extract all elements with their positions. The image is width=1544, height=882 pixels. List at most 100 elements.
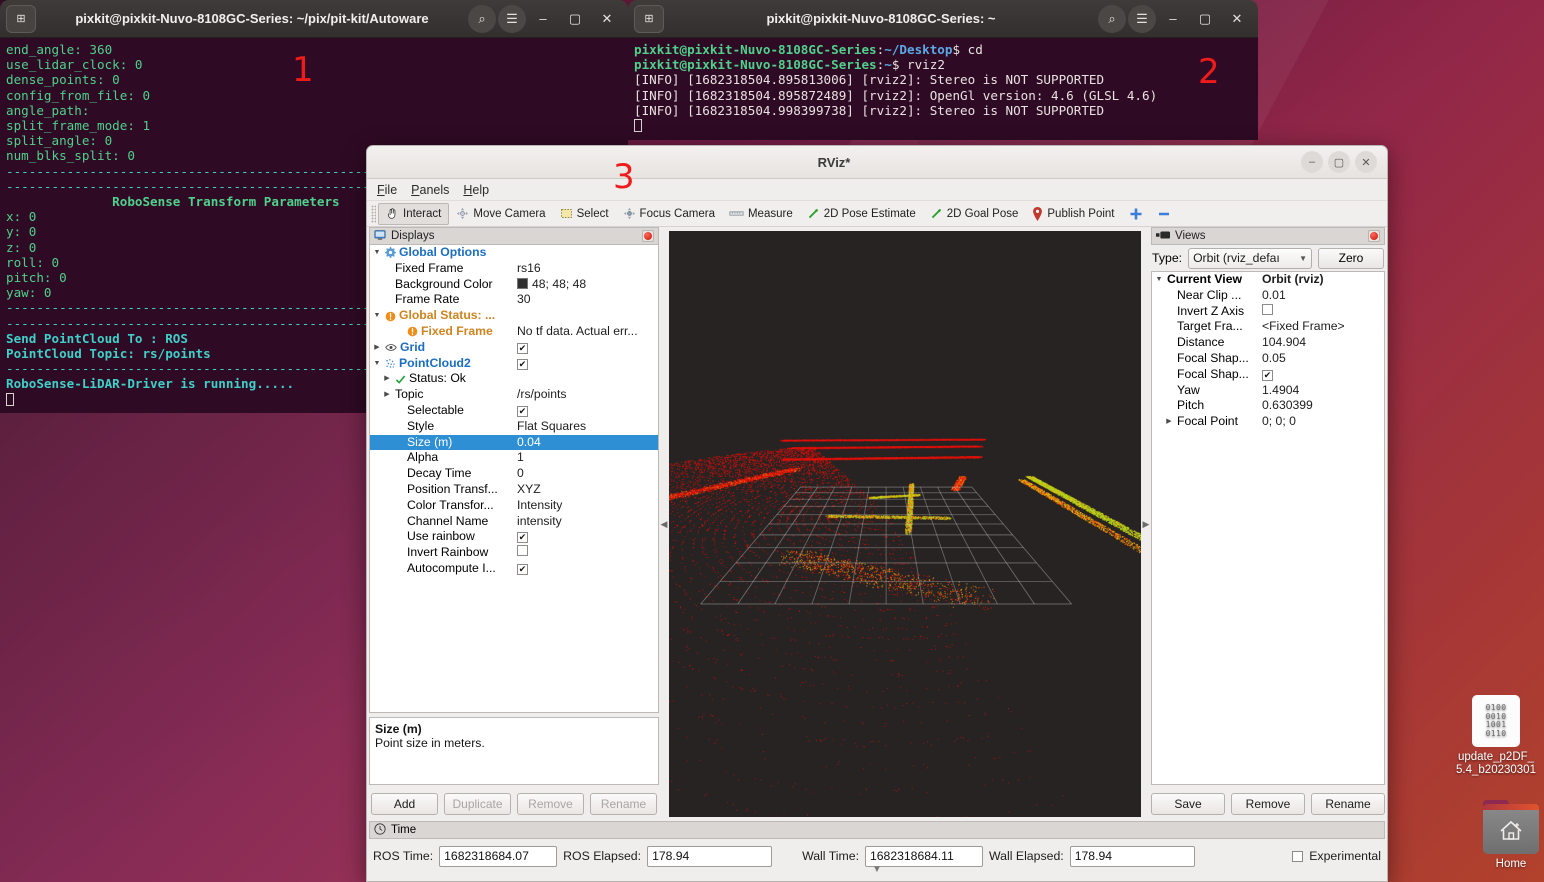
desktop-icon-home[interactable]: Home <box>1459 800 1544 871</box>
chevron-right-icon[interactable]: ▶ <box>372 340 382 356</box>
tree-row[interactable]: Fixed Frame No tf data. Actual err... <box>370 324 658 340</box>
terminal-1-titlebar[interactable]: ⊞ pixkit@pixkit-Nuvo-8108GC-Series: ~/pi… <box>0 0 628 38</box>
search-icon[interactable]: ⌕ <box>1098 4 1126 33</box>
tree-row-value[interactable]: rs16 <box>515 261 658 277</box>
right-splitter-handle[interactable]: ▶ <box>1141 227 1151 821</box>
menu-help[interactable]: Help <box>463 183 489 197</box>
new-tab-icon[interactable]: ⊞ <box>6 4 36 33</box>
panel-resize-handle[interactable]: ▼ <box>872 864 882 875</box>
chevron-down-icon[interactable]: ▼ <box>372 356 382 372</box>
tree-row-value[interactable]: 0.05 <box>1260 351 1384 367</box>
hamburger-icon[interactable]: ☰ <box>1128 4 1156 33</box>
tree-row[interactable]: ▼ PointCloud2 ✔ <box>370 356 658 372</box>
close-panel-icon[interactable] <box>642 230 654 242</box>
tree-row-value[interactable]: /rs/points <box>515 387 658 403</box>
tree-row[interactable]: ▶ Grid ✔ <box>370 340 658 356</box>
views-tree[interactable]: ▼ Current View Orbit (rviz) Near Clip ... 0… <box>1151 271 1385 785</box>
checkbox-checked[interactable]: ✔ <box>517 405 528 417</box>
tree-row[interactable]: Decay Time 0 <box>370 466 658 482</box>
tool-move-camera[interactable]: Move Camera <box>449 203 552 225</box>
checkbox-unchecked[interactable] <box>1262 303 1273 315</box>
experimental-checkbox[interactable] <box>1292 850 1304 862</box>
tree-row[interactable]: Size (m) 0.04 <box>370 434 658 451</box>
maximize-icon[interactable]: ▢ <box>1190 5 1220 33</box>
tree-row-value[interactable]: 1.4904 <box>1260 383 1384 399</box>
minimize-icon[interactable]: – <box>528 5 558 33</box>
tree-row-value[interactable]: ✔ <box>515 356 658 372</box>
tree-row-value[interactable]: 0 <box>515 466 658 482</box>
tree-row-value[interactable]: 0.630399 <box>1260 398 1384 414</box>
tool-measure[interactable]: Measure <box>722 203 800 225</box>
tree-row-value[interactable]: No tf data. Actual err... <box>515 324 658 340</box>
tree-row-value[interactable]: 30 <box>515 292 658 308</box>
tool-2d-goal-pose[interactable]: 2D Goal Pose <box>923 203 1026 225</box>
tree-row-value[interactable]: ✔ <box>1260 367 1384 383</box>
wall-time-input[interactable]: 1682318684.11 <box>865 845 983 867</box>
time-panel[interactable]: Time ROS Time: 1682318684.07 ROS Elapsed… <box>367 821 1387 881</box>
rviz-menubar[interactable]: File Panels Help <box>367 179 1387 201</box>
tree-row-value[interactable]: intensity <box>515 514 658 530</box>
rviz-toolbar[interactable]: Interact Move Camera Select Focus Camera… <box>367 201 1387 227</box>
views-buttons[interactable]: Save Remove Rename <box>1151 785 1385 821</box>
tree-row[interactable]: Target Fra... <Fixed Frame> <box>1152 319 1384 335</box>
tool-interact[interactable]: Interact <box>378 202 450 225</box>
tree-row-value[interactable]: 0.04 <box>515 435 658 451</box>
tree-row[interactable]: Autocompute I... ✔ <box>370 561 658 577</box>
close-icon[interactable]: ✕ <box>1222 5 1252 33</box>
chevron-down-icon[interactable]: ▼ <box>1154 272 1164 288</box>
tree-row-value[interactable]: 0; 0; 0 <box>1260 414 1384 430</box>
tree-row[interactable]: Invert Z Axis <box>1152 303 1384 320</box>
checkbox-checked[interactable]: ✔ <box>1262 369 1273 381</box>
ros-time-input[interactable]: 1682318684.07 <box>439 845 558 867</box>
chevron-right-icon[interactable]: ▶ <box>1164 414 1174 430</box>
tree-row-value[interactable]: ✔ <box>515 403 658 419</box>
chevron-down-icon[interactable]: ▼ <box>372 245 382 261</box>
displays-tree[interactable]: ▼ Global Options Fixed Frame rs16 Backgrou… <box>369 245 659 713</box>
tool-remove-tool-button[interactable] <box>1150 203 1178 225</box>
chevron-down-icon[interactable]: ▼ <box>372 308 382 324</box>
tree-row[interactable]: ▼ Current View Orbit (rviz) <box>1152 272 1384 288</box>
views-type-row[interactable]: Type: Orbit (rviz_defaı ▼ Zero <box>1151 245 1385 271</box>
tree-row-value[interactable]: <Fixed Frame> <box>1260 319 1384 335</box>
remove-view-button[interactable]: Remove <box>1231 793 1305 815</box>
tree-row-value[interactable]: 1 <box>515 450 658 466</box>
terminal-window-2[interactable]: ⊞ pixkit@pixkit-Nuvo-8108GC-Series: ~ ⌕ … <box>628 0 1258 140</box>
tree-row[interactable]: Focal Shap... ✔ <box>1152 367 1384 383</box>
left-splitter-handle[interactable]: ◀ <box>659 227 669 821</box>
terminal-2-titlebar[interactable]: ⊞ pixkit@pixkit-Nuvo-8108GC-Series: ~ ⌕ … <box>628 0 1258 38</box>
tree-row-value[interactable]: XYZ <box>515 482 658 498</box>
tree-row-value[interactable]: 48; 48; 48 <box>515 277 658 293</box>
save-button[interactable]: Save <box>1151 793 1225 815</box>
close-panel-icon[interactable] <box>1368 230 1380 242</box>
tree-row[interactable]: Alpha 1 <box>370 450 658 466</box>
tree-row[interactable]: ▶ Status: Ok <box>370 371 658 387</box>
tool-publish-point[interactable]: Publish Point <box>1025 203 1121 225</box>
rename-view-button[interactable]: Rename <box>1311 793 1385 815</box>
maximize-icon[interactable]: ▢ <box>560 5 590 33</box>
displays-panel[interactable]: Displays ▼ Global Options Fixed Frame rs16… <box>367 227 659 821</box>
checkbox-checked[interactable]: ✔ <box>517 532 528 544</box>
chevron-right-icon[interactable]: ▶ <box>382 371 392 387</box>
tree-row-value[interactable]: Flat Squares <box>515 419 658 435</box>
search-icon[interactable]: ⌕ <box>468 4 496 33</box>
tree-row[interactable]: Invert Rainbow <box>370 545 658 561</box>
time-fields-row[interactable]: ROS Time: 1682318684.07 ROS Elapsed: 178… <box>369 839 1385 875</box>
rviz-window[interactable]: RViz* – ▢ ✕ File Panels Help Interact Mo… <box>366 145 1388 882</box>
tree-row[interactable]: Position Transf... XYZ <box>370 482 658 498</box>
tree-row[interactable]: Fixed Frame rs16 <box>370 261 658 277</box>
tree-row[interactable]: Background Color 48; 48; 48 <box>370 277 658 293</box>
view-type-dropdown[interactable]: Orbit (rviz_defaı ▼ <box>1188 247 1312 269</box>
wall-elapsed-input[interactable]: 178.94 <box>1069 845 1195 867</box>
checkbox-checked[interactable]: ✔ <box>517 342 528 354</box>
tree-row[interactable]: ▼ Global Status: ... <box>370 308 658 324</box>
3d-render-view[interactable] <box>669 231 1141 817</box>
tool-2d-pose-estimate[interactable]: 2D Pose Estimate <box>800 203 923 225</box>
experimental-toggle[interactable]: Experimental <box>1292 849 1381 863</box>
tool-add-tool-button[interactable] <box>1122 203 1150 225</box>
ros-elapsed-input[interactable]: 178.94 <box>647 845 773 867</box>
rviz-titlebar[interactable]: RViz* – ▢ ✕ <box>367 146 1387 179</box>
close-icon[interactable]: ✕ <box>1355 151 1377 173</box>
zero-button[interactable]: Zero <box>1318 247 1384 269</box>
displays-buttons[interactable]: Add Duplicate Remove Rename <box>369 785 659 821</box>
tree-row[interactable]: Near Clip ... 0.01 <box>1152 288 1384 304</box>
